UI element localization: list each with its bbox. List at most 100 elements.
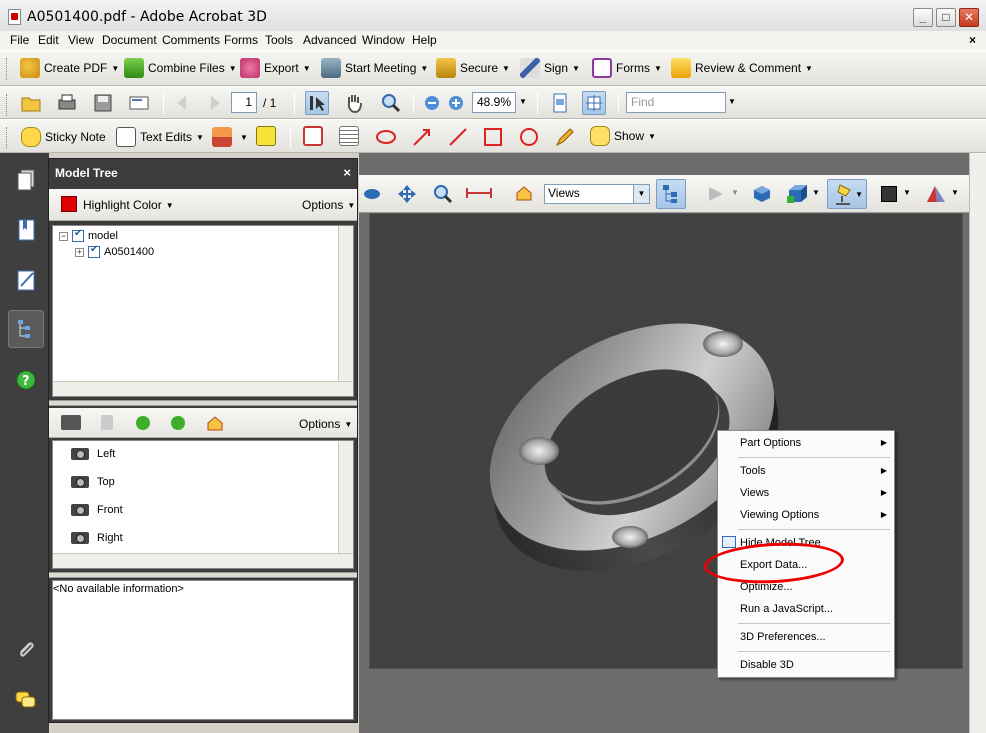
- panel-splitter[interactable]: [49, 400, 357, 406]
- open-folder-icon[interactable]: [19, 91, 43, 115]
- document-close-icon[interactable]: ×: [969, 33, 976, 47]
- background-color-icon[interactable]: [881, 186, 897, 202]
- create-pdf-button[interactable]: Create PDF ▼: [20, 58, 119, 78]
- document-vertical-scrollbar[interactable]: [969, 153, 986, 733]
- menu-edit[interactable]: Edit: [38, 33, 59, 47]
- views-vertical-scrollbar[interactable]: [338, 441, 353, 554]
- menu-item-disable-3d[interactable]: Disable 3D: [740, 659, 794, 671]
- arrow-tool-icon[interactable]: [411, 126, 433, 148]
- close-window-button[interactable]: ✕: [959, 8, 979, 27]
- forms-button[interactable]: Forms ▼: [592, 58, 662, 78]
- menu-help[interactable]: Help: [412, 33, 437, 47]
- menu-item-tools[interactable]: Tools: [740, 465, 766, 477]
- view-item-right[interactable]: Right: [71, 532, 123, 544]
- previous-page-icon[interactable]: [171, 91, 195, 115]
- find-input[interactable]: Find: [626, 92, 726, 113]
- text-box-tool-icon[interactable]: [339, 126, 363, 146]
- zoom-level-input[interactable]: 48.9%: [472, 92, 516, 113]
- lighting-icon[interactable]: ▼: [827, 179, 867, 209]
- pencil-tool-icon[interactable]: [554, 126, 576, 148]
- previous-view-icon[interactable]: [136, 416, 150, 430]
- toggle-model-tree-icon[interactable]: [656, 179, 686, 209]
- menu-forms[interactable]: Forms: [224, 33, 258, 47]
- menu-item-viewing-options[interactable]: Viewing Options: [740, 509, 819, 521]
- oval-tool-icon[interactable]: [518, 126, 540, 148]
- render-mode-dropdown-icon[interactable]: ▼: [812, 188, 820, 197]
- zoom-dropdown-icon[interactable]: ▼: [519, 97, 527, 106]
- text-highlight-icon[interactable]: [256, 126, 280, 146]
- zoom-3d-icon[interactable]: [433, 184, 453, 207]
- add-view-camera-icon[interactable]: [61, 415, 81, 430]
- print-icon[interactable]: [55, 91, 79, 115]
- next-view-icon[interactable]: [171, 416, 185, 430]
- rectangle-tool-icon[interactable]: [482, 126, 504, 148]
- highlight-color-button[interactable]: Highlight Color ▼: [83, 198, 174, 212]
- signatures-icon[interactable]: [8, 261, 44, 299]
- menu-tools[interactable]: Tools: [265, 33, 293, 47]
- menu-file[interactable]: File: [10, 33, 29, 47]
- pages-icon[interactable]: [8, 161, 44, 199]
- menu-view[interactable]: View: [68, 33, 94, 47]
- cross-section-icon[interactable]: [925, 184, 947, 207]
- view-item-front[interactable]: Front: [71, 504, 123, 516]
- expand-icon[interactable]: +: [75, 247, 84, 257]
- home-view-icon[interactable]: [206, 415, 224, 434]
- views-select[interactable]: Views ▼: [544, 184, 650, 204]
- projection-icon[interactable]: [752, 184, 772, 207]
- menu-item-part-options[interactable]: Part Options: [740, 437, 801, 449]
- attachments-icon[interactable]: [8, 631, 44, 669]
- background-color-dropdown-icon[interactable]: ▼: [903, 188, 911, 197]
- model-tree-icon[interactable]: [8, 310, 44, 348]
- hand-tool-icon[interactable]: [342, 91, 366, 115]
- panel-splitter[interactable]: [49, 572, 357, 578]
- menu-document[interactable]: Document: [102, 33, 157, 47]
- pan-tool-icon[interactable]: [397, 184, 417, 207]
- play-dropdown-icon[interactable]: ▼: [731, 188, 739, 197]
- bookmarks-icon[interactable]: [8, 211, 44, 249]
- export-button[interactable]: Export ▼: [240, 58, 311, 78]
- tree-vertical-scrollbar[interactable]: [338, 226, 353, 382]
- stamp-button[interactable]: ▼: [212, 127, 248, 147]
- combine-files-button[interactable]: Combine Files ▼: [124, 58, 237, 78]
- show-comments-button[interactable]: Show ▼: [590, 126, 656, 146]
- cross-section-dropdown-icon[interactable]: ▼: [951, 188, 959, 197]
- visibility-checkbox[interactable]: [88, 244, 100, 258]
- cloud-tool-icon[interactable]: [375, 126, 397, 148]
- line-tool-icon[interactable]: [447, 126, 469, 148]
- next-page-icon[interactable]: [202, 91, 226, 115]
- rotate-tool-icon[interactable]: [363, 185, 381, 206]
- sign-button[interactable]: Sign ▼: [520, 58, 580, 78]
- review-comment-button[interactable]: Review & Comment ▼: [671, 58, 813, 78]
- render-mode-icon[interactable]: [786, 182, 810, 207]
- menu-comments[interactable]: Comments: [162, 33, 220, 47]
- start-meeting-button[interactable]: Start Meeting ▼: [321, 58, 428, 78]
- views-dropdown-icon[interactable]: ▼: [633, 185, 649, 203]
- collapse-icon[interactable]: −: [59, 231, 68, 241]
- visibility-checkbox[interactable]: [72, 228, 84, 242]
- views-horizontal-scrollbar[interactable]: [53, 553, 353, 568]
- menu-item-3d-preferences[interactable]: 3D Preferences...: [740, 631, 826, 643]
- view-item-top[interactable]: Top: [71, 476, 115, 488]
- zoom-in-icon[interactable]: [444, 91, 468, 115]
- highlight-color-swatch[interactable]: [61, 196, 77, 212]
- measure-tool-icon[interactable]: [465, 187, 493, 202]
- menu-window[interactable]: Window: [362, 33, 405, 47]
- sticky-note-button[interactable]: Sticky Note: [21, 127, 106, 147]
- delete-view-icon[interactable]: [101, 415, 113, 430]
- tree-node-part[interactable]: + A0501400: [75, 244, 154, 258]
- menu-item-run-javascript[interactable]: Run a JavaScript...: [740, 603, 833, 615]
- text-edits-button[interactable]: Text Edits ▼: [116, 127, 204, 147]
- comments-icon[interactable]: [8, 681, 44, 719]
- default-view-home-icon[interactable]: [515, 185, 533, 204]
- save-icon[interactable]: [91, 91, 115, 115]
- email-icon[interactable]: [127, 91, 151, 115]
- zoom-out-icon[interactable]: [420, 91, 444, 115]
- menu-item-views[interactable]: Views: [740, 487, 769, 499]
- tree-options-button[interactable]: Options ▼: [302, 198, 355, 212]
- zoom-tool-icon[interactable]: [379, 91, 403, 115]
- fit-page-icon[interactable]: [548, 91, 572, 115]
- full-screen-icon[interactable]: [582, 91, 606, 115]
- maximize-button[interactable]: □: [936, 8, 956, 27]
- tree-horizontal-scrollbar[interactable]: [53, 381, 353, 396]
- secure-button[interactable]: Secure ▼: [436, 58, 510, 78]
